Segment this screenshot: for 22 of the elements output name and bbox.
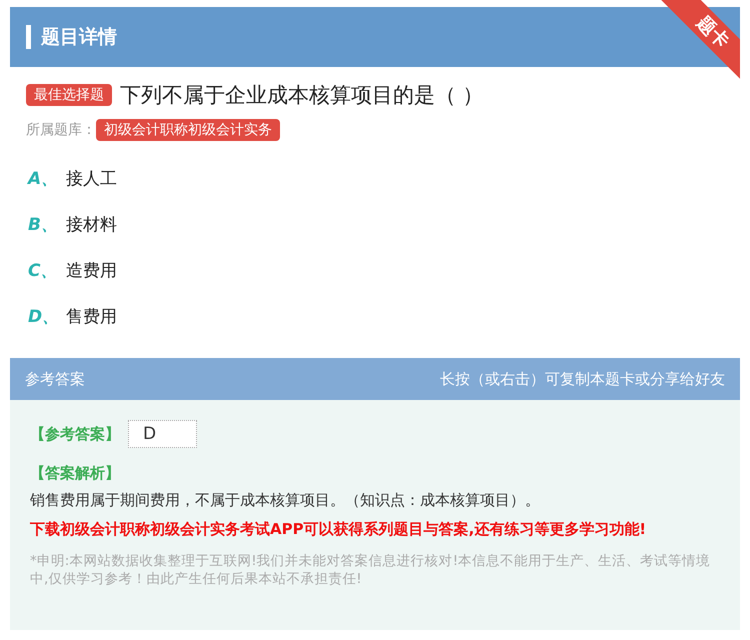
question-type-tag: 最佳选择题: [26, 84, 112, 106]
analysis-text: 销售费用属于期间费用，不属于成本核算项目。（知识点：成本核算项目）。: [30, 491, 541, 510]
answer-value: D: [128, 420, 198, 448]
option-text: 售费用: [66, 306, 117, 328]
analysis-label: 【答案解析】: [30, 464, 120, 483]
source-label: 所属题库：: [26, 121, 96, 139]
option-letter: B、: [28, 214, 56, 236]
page-title: 题目详情: [41, 25, 117, 50]
option-letter: A、: [28, 168, 56, 190]
option-text: 接材料: [66, 214, 117, 236]
source-tag[interactable]: 初级会计职称初级会计实务: [96, 119, 280, 141]
title-marker: [26, 25, 31, 49]
disclaimer-text: *申明:本网站数据收集整理于互联网!我们并未能对答案信息进行核对!本信息不能用于生产、生活、考试等情境中,仅供学习参考！由此产生任何后果本站不承担责任!: [30, 553, 712, 588]
share-hint: 长按（或右击）可复制本题卡或分享给好友: [440, 370, 725, 388]
question-text: 下列不属于企业成本核算项目的是（ ）: [120, 82, 484, 109]
option-letter: D、: [28, 306, 56, 328]
answer-section-title: 参考答案: [25, 370, 85, 388]
answer-label: 【参考答案】: [30, 424, 120, 444]
promo-text: 下载初级会计职称初级会计实务考试APP可以获得系列题目与答案,还有练习等更多学习功能!: [30, 520, 648, 539]
option-letter: C、: [28, 260, 56, 282]
option-text: 造费用: [66, 260, 117, 282]
option-text: 接人工: [66, 168, 117, 190]
